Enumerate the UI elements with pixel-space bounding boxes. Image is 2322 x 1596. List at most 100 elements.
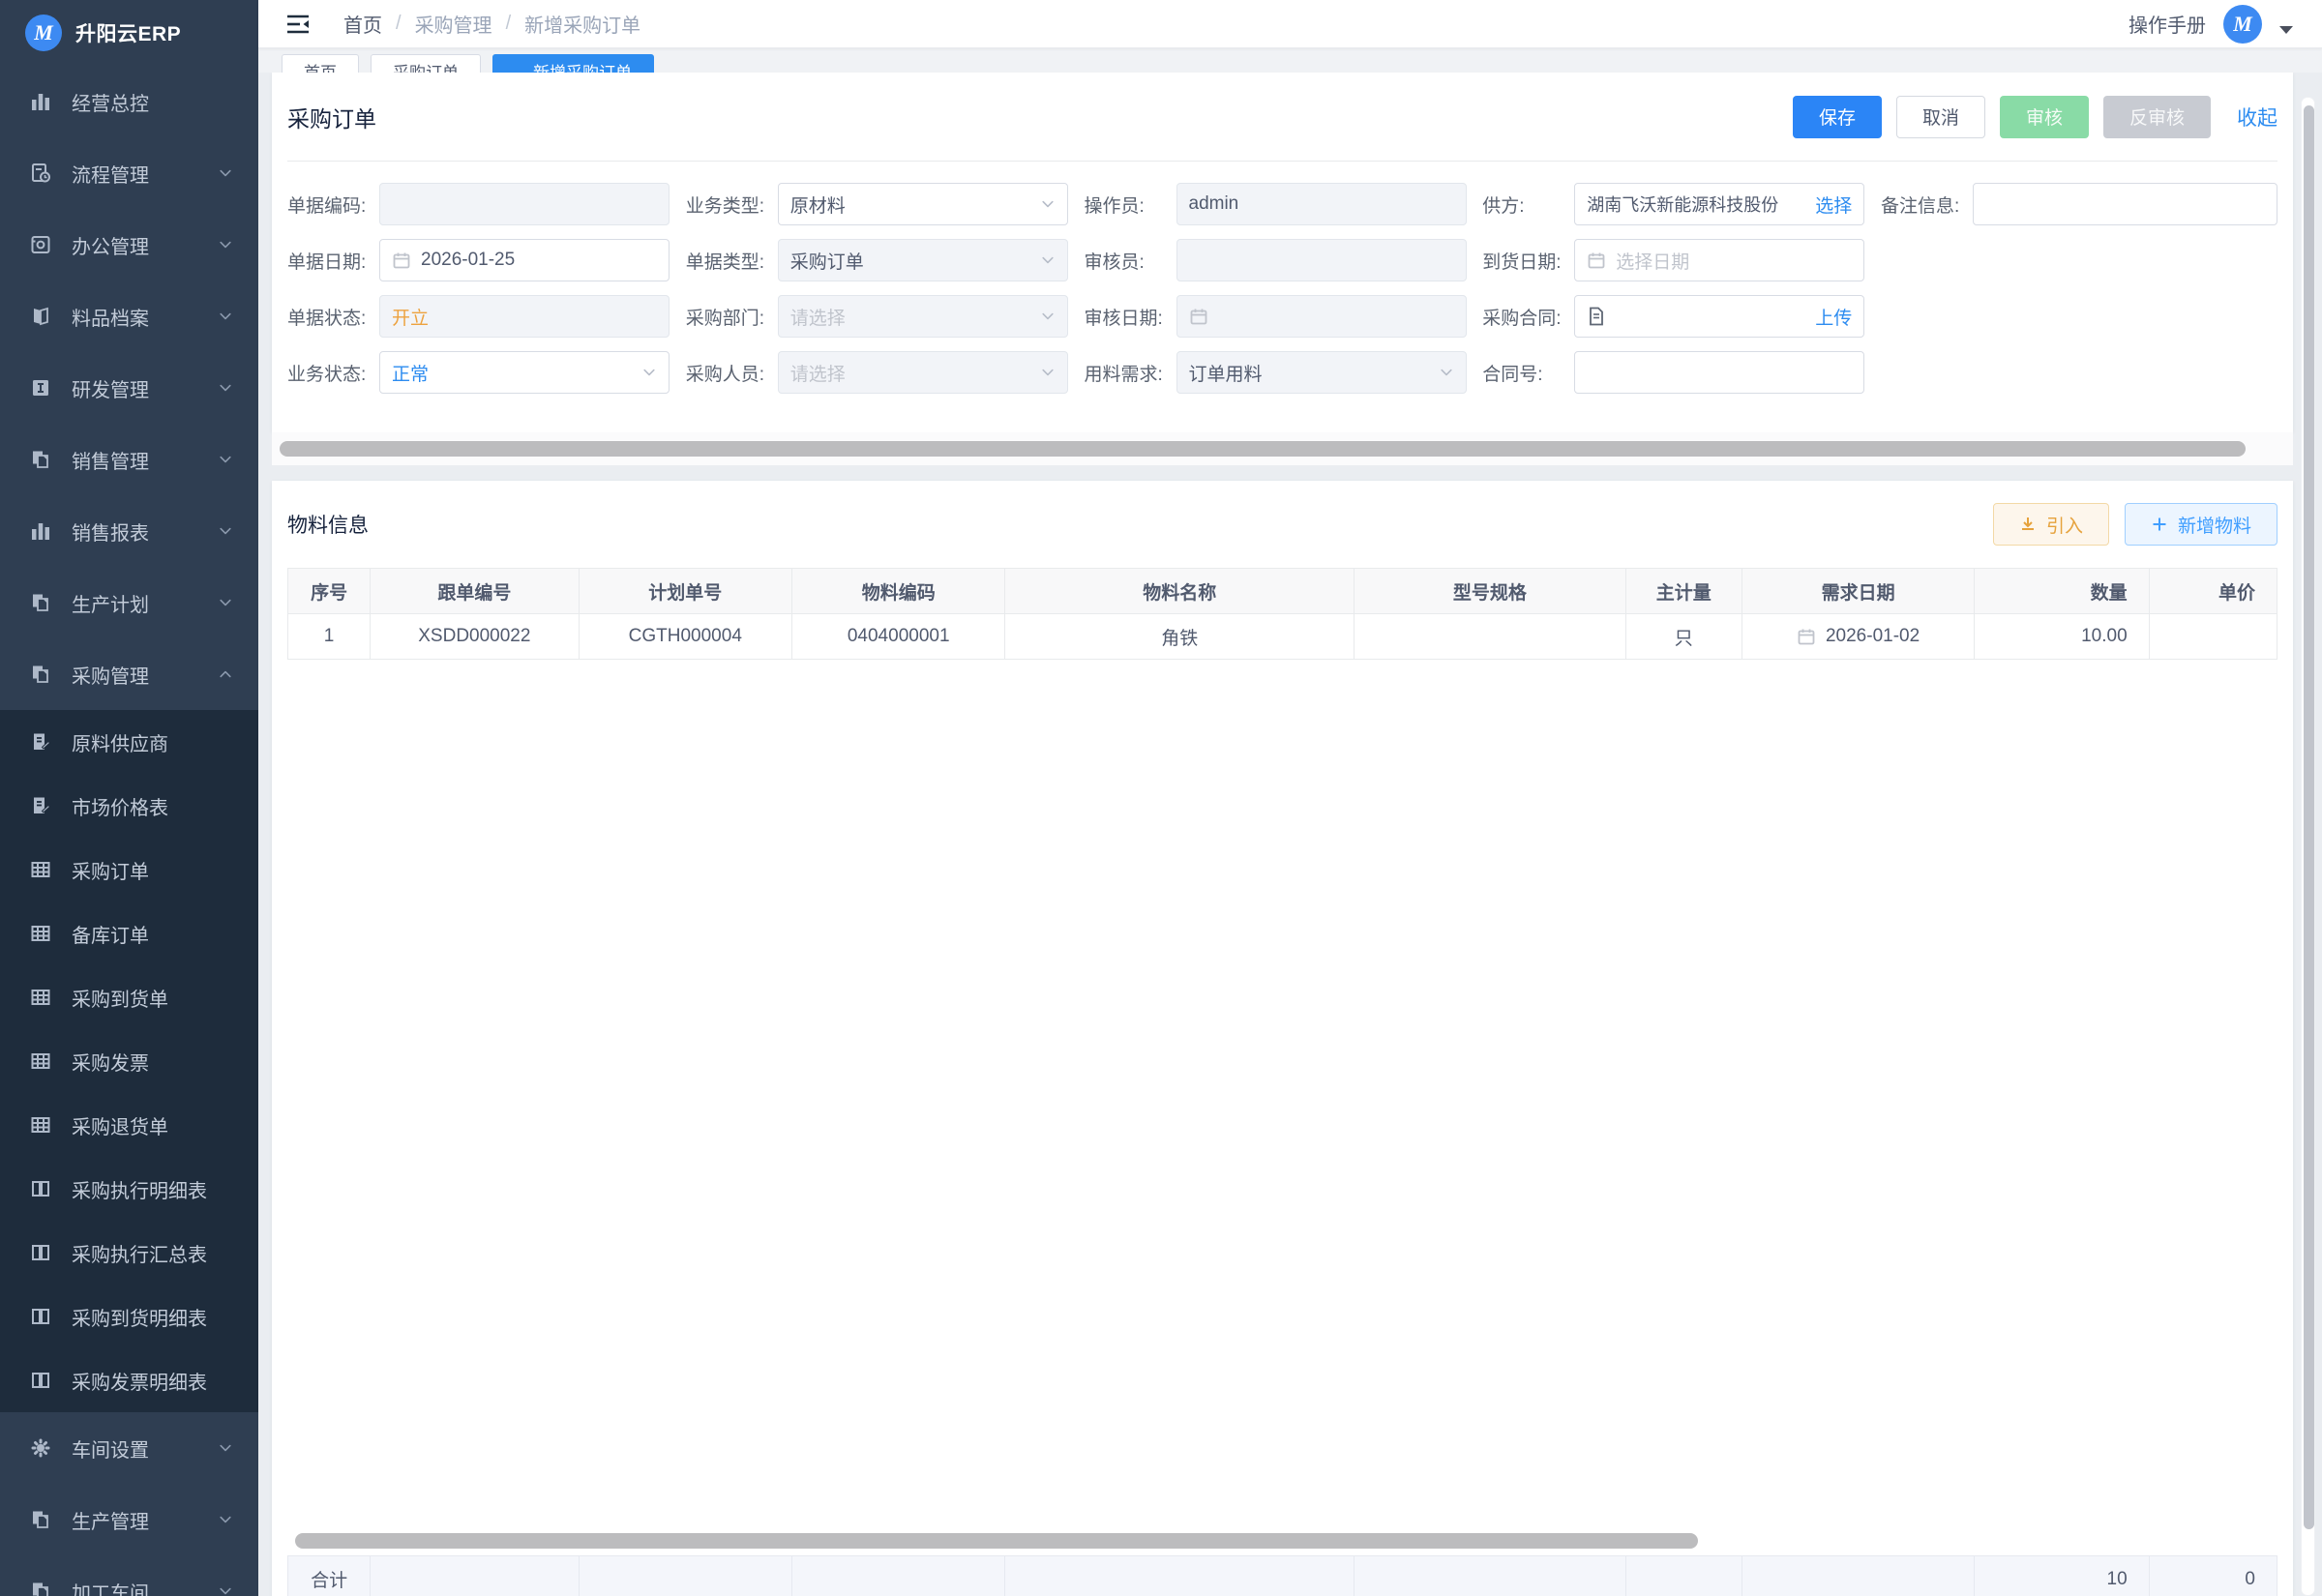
totals-table: 合计 10 0: [286, 1555, 2278, 1596]
sidebar-item-invoice-detail[interactable]: 采购发票明细表: [0, 1348, 258, 1412]
form-column-1: 单据编码: 单据日期: 2026-01-25 单据状态: 开立 业务状态: 正常: [287, 183, 670, 407]
biz-status-select[interactable]: 正常: [379, 351, 670, 394]
sidebar-item-office-mgmt[interactable]: 办公管理: [0, 209, 258, 281]
contract-no-input[interactable]: [1574, 351, 1865, 394]
cell-demand-date[interactable]: 2026-01-02: [1741, 613, 1976, 660]
col-plan-no: 计划单号: [578, 568, 792, 614]
audit-button[interactable]: 审核: [1999, 95, 2089, 138]
sidebar-item-purchase-exec-summary[interactable]: 采购执行汇总表: [0, 1221, 258, 1285]
chevron-down-icon: [1040, 365, 1056, 380]
sidebar-item-stock-order[interactable]: 备库订单: [0, 901, 258, 965]
sidebar-item-purchase-exec-detail[interactable]: 采购执行明细表: [0, 1157, 258, 1221]
sidebar-item-purchase-invoice[interactable]: 采购发票: [0, 1029, 258, 1093]
open-book-icon: [29, 1177, 52, 1200]
operator-input: admin: [1176, 183, 1467, 225]
button-label: 引入: [2045, 516, 2083, 537]
field-label: 供方:: [1482, 195, 1525, 217]
sidebar-item-raw-supplier[interactable]: 原料供应商: [0, 710, 258, 774]
doc-date-input[interactable]: 2026-01-25: [379, 239, 670, 281]
menu-fold-icon[interactable]: [283, 12, 313, 37]
form-hscroll-thumb[interactable]: [280, 441, 2246, 457]
field-label: 审核员:: [1084, 251, 1145, 273]
field-purchase-staff: 采购人员: 请选择: [686, 351, 1068, 394]
calendar-icon: [1797, 627, 1816, 646]
purchase-staff-select[interactable]: 请选择: [777, 351, 1068, 394]
user-menu-caret-icon[interactable]: [2279, 25, 2293, 34]
avatar[interactable]: M: [2223, 4, 2262, 44]
sidebar-item-processing-workshop[interactable]: 加工车间: [0, 1555, 258, 1596]
purchase-dept-select[interactable]: 请选择: [777, 295, 1068, 338]
tab-home[interactable]: 首页: [282, 54, 359, 73]
sidebar-item-purchase-arrival[interactable]: 采购到货单: [0, 965, 258, 1029]
app-logo: M 升阳云ERP: [0, 0, 258, 66]
field-label: 单据编码:: [287, 195, 367, 217]
unaudit-button[interactable]: 反审核: [2102, 95, 2211, 138]
cell-qty[interactable]: 10.00: [1974, 613, 2150, 660]
input-value: 2026-01-25: [421, 250, 516, 270]
supplier-select-link[interactable]: 选择: [1815, 192, 1852, 218]
sidebar-item-purchase-order[interactable]: 采购订单: [0, 838, 258, 901]
material-demand-select[interactable]: 订单用料: [1176, 351, 1467, 394]
manual-link[interactable]: 操作手册: [2128, 10, 2206, 38]
sidebar-item-purchase-return[interactable]: 采购退货单: [0, 1093, 258, 1157]
breadcrumb-purchase-mgmt[interactable]: 采购管理: [415, 10, 492, 38]
save-button[interactable]: 保存: [1792, 95, 1882, 138]
doc-type-select[interactable]: 采购订单: [777, 239, 1068, 281]
sidebar-item-business-overview[interactable]: 经营总控: [0, 66, 258, 137]
totals-empty: [1004, 1555, 1355, 1596]
open-book-icon: [29, 1241, 52, 1264]
field-label: 采购人员:: [685, 364, 765, 385]
sidebar-item-material-archive[interactable]: 料品档案: [0, 281, 258, 352]
sidebar-item-process-mgmt[interactable]: 流程管理: [0, 137, 258, 209]
doc-status-input: 开立: [379, 295, 670, 338]
input-value: 湖南飞沃新能源科技股份: [1587, 195, 1779, 215]
vscroll-thumb[interactable]: [2304, 105, 2314, 1529]
biz-type-select[interactable]: 原材料: [777, 183, 1068, 225]
tab-new-purchase-order[interactable]: 新增采购订单: [492, 54, 654, 73]
doc-edit-icon: [29, 730, 52, 754]
field-label: 采购部门:: [685, 308, 765, 329]
sidebar-item-production-plan[interactable]: 生产计划: [0, 567, 258, 638]
sidebar-item-sales-mgmt[interactable]: 销售管理: [0, 424, 258, 495]
select-value: 正常: [392, 364, 430, 385]
field-audit-date: 审核日期:: [1085, 295, 1467, 338]
add-material-button[interactable]: 新增物料: [2124, 503, 2277, 546]
sidebar-item-production-mgmt[interactable]: 生产管理: [0, 1484, 258, 1555]
import-button[interactable]: 引入: [1992, 503, 2109, 546]
purchase-contract-input[interactable]: 上传: [1574, 295, 1865, 338]
sidebar-item-purchase-mgmt[interactable]: 采购管理: [0, 638, 258, 710]
arrival-date-input[interactable]: 选择日期: [1574, 239, 1865, 281]
tab-purchase-order[interactable]: 采购订单: [371, 54, 481, 73]
table-hscroll-thumb[interactable]: [295, 1533, 1698, 1549]
sidebar-item-rd-mgmt[interactable]: 研发管理: [0, 352, 258, 424]
form-actions: 保存 取消 审核 反审核 收起: [1792, 95, 2277, 138]
col-unit: 主计量: [1624, 568, 1742, 614]
supplier-input[interactable]: 湖南飞沃新能源科技股份 选择: [1574, 183, 1865, 225]
totals-qty: 10: [1974, 1555, 2150, 1596]
field-operator: 操作员: admin: [1085, 183, 1467, 225]
download-icon: [2019, 516, 2037, 533]
totals-row: 合计 10 0: [286, 1555, 2278, 1596]
topbar-right: 操作手册 M: [2128, 4, 2293, 44]
col-spec: 型号规格: [1354, 568, 1626, 614]
table-row[interactable]: 1 XSDD000022 CGTH000004 0404000001 角铁 只 …: [286, 613, 2278, 660]
collapse-link[interactable]: 收起: [2237, 103, 2277, 132]
remark-input[interactable]: [1973, 183, 2277, 225]
vertical-scrollbar: [2301, 97, 2315, 1596]
sidebar-item-arrival-detail[interactable]: 采购到货明细表: [0, 1285, 258, 1348]
cancel-button[interactable]: 取消: [1895, 95, 1985, 138]
sidebar-item-sales-report[interactable]: 销售报表: [0, 495, 258, 567]
breadcrumb-home[interactable]: 首页: [343, 10, 382, 38]
sidebar-item-label: 采购执行汇总表: [72, 1244, 207, 1266]
chevron-up-icon: [218, 666, 233, 682]
doc-code-input[interactable]: [379, 183, 670, 225]
chevron-down-icon: [218, 1512, 233, 1527]
sidebar: M 升阳云ERP 经营总控 流程管理 办公管理 料品档案 研发管理 销售管理 销…: [0, 0, 258, 1596]
sidebar-item-label: 采购到货明细表: [72, 1308, 207, 1330]
totals-empty: [1354, 1555, 1626, 1596]
sidebar-item-market-price[interactable]: 市场价格表: [0, 774, 258, 838]
cell-price[interactable]: [2148, 613, 2278, 660]
archive-book-icon: [29, 305, 52, 328]
sidebar-item-workshop-settings[interactable]: 车间设置: [0, 1412, 258, 1484]
upload-link[interactable]: 上传: [1815, 304, 1852, 330]
